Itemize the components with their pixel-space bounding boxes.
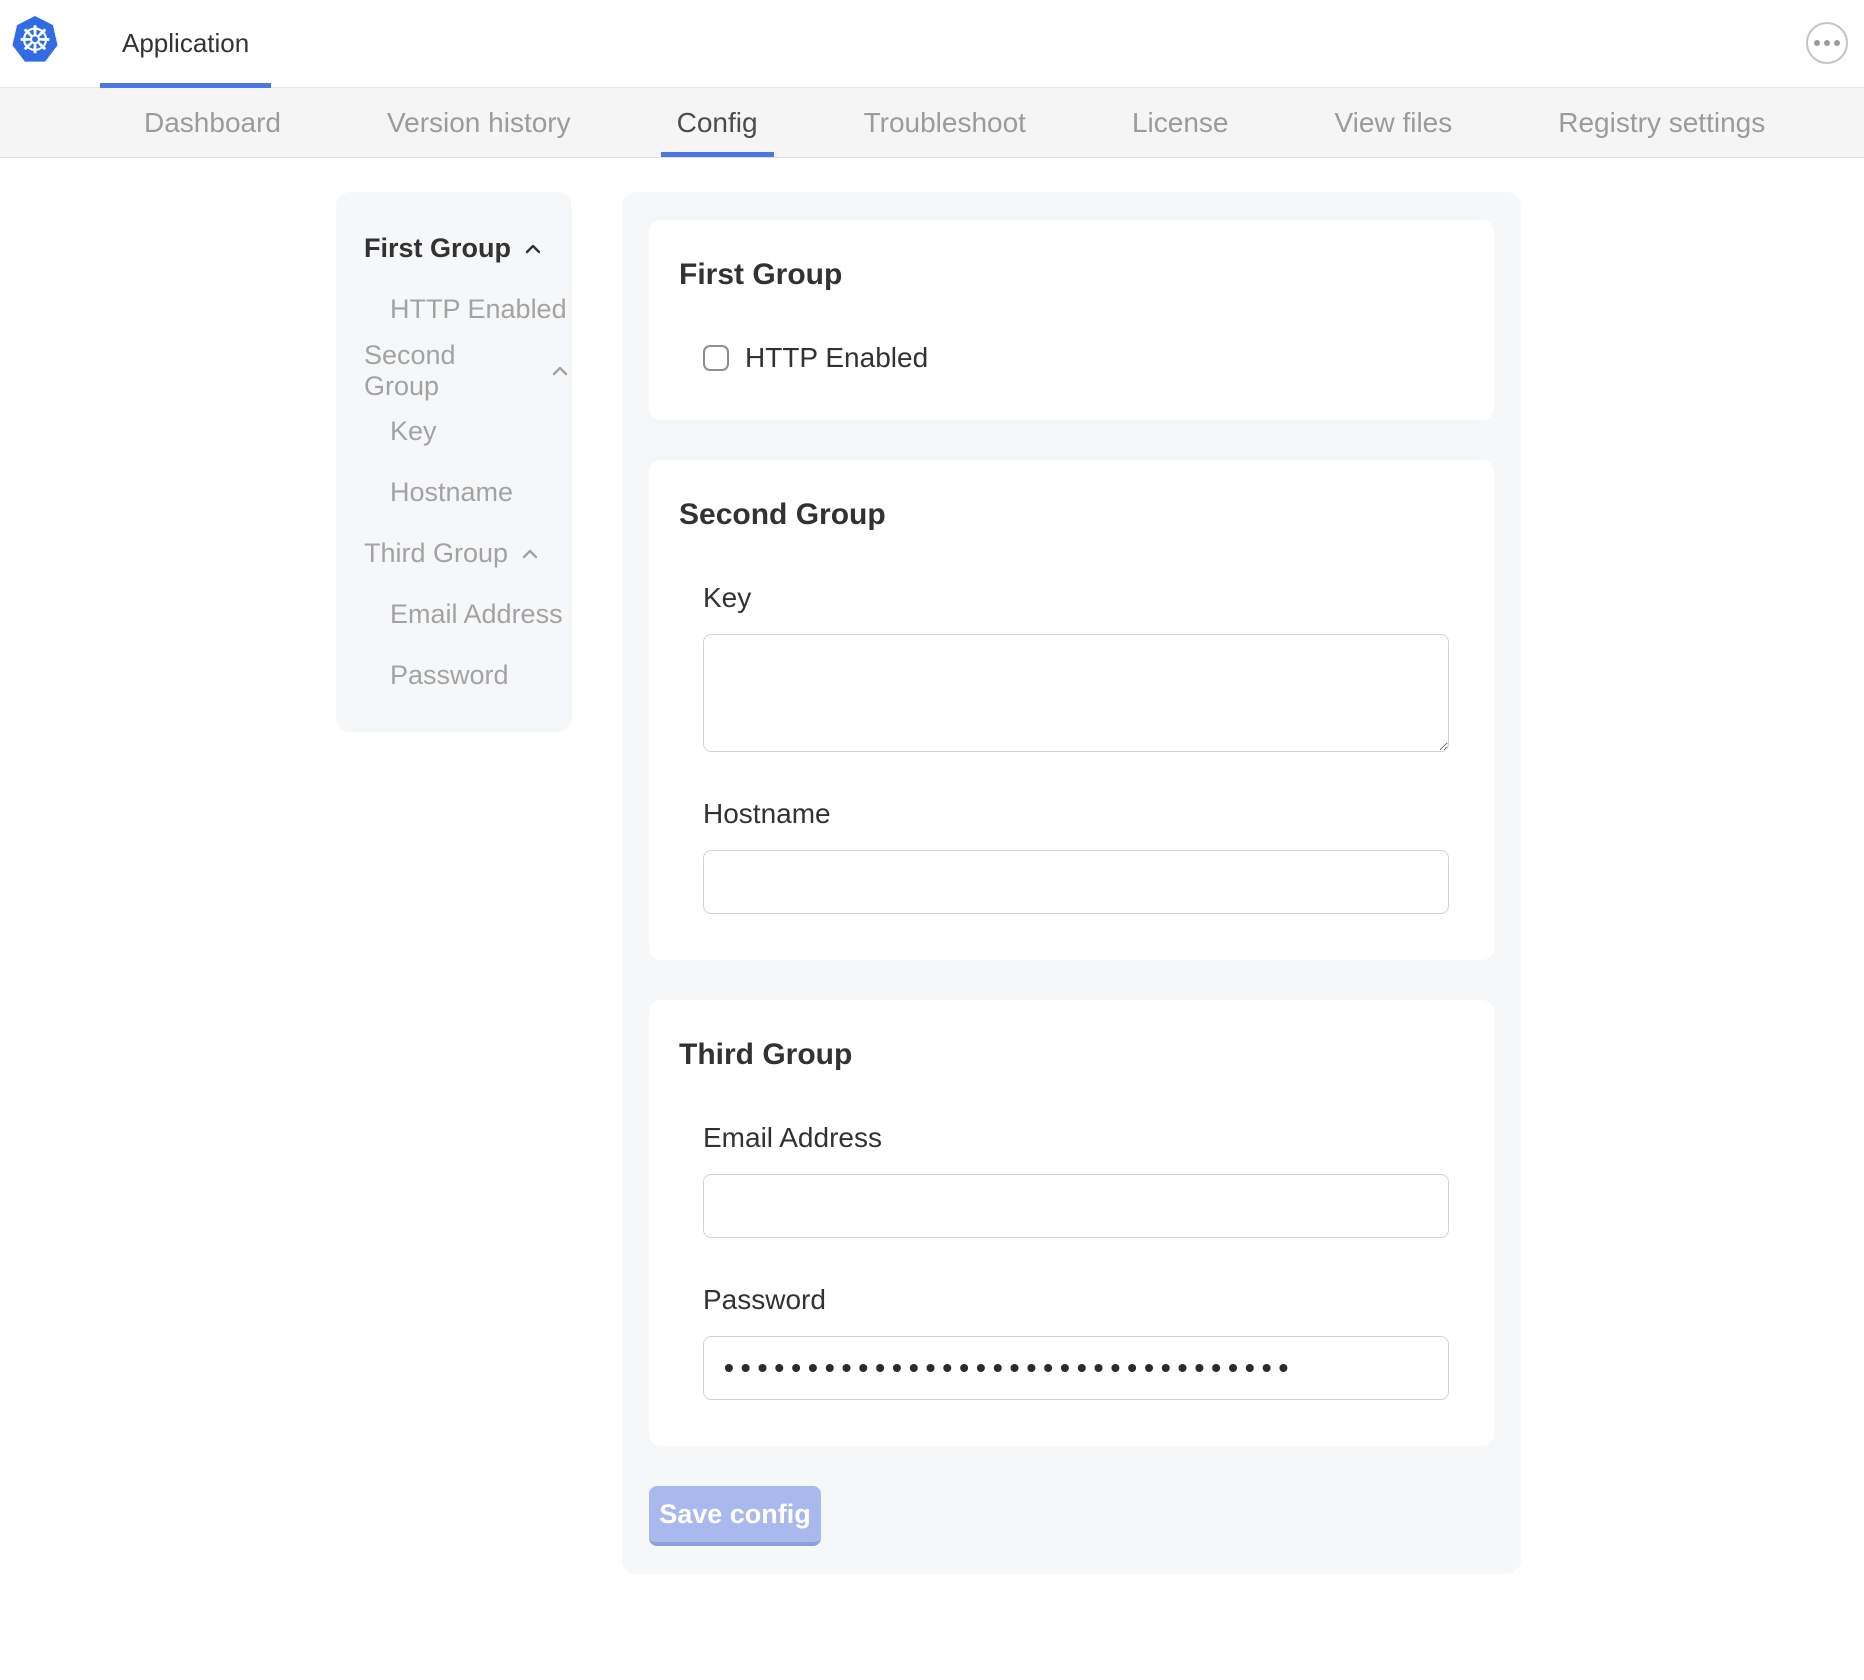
config-content: First Group HTTP Enabled Second Group Ke… <box>336 192 1864 1574</box>
field-label: Hostname <box>703 798 1449 830</box>
hostname-input[interactable] <box>703 850 1449 914</box>
field-label: Password <box>703 1284 1449 1316</box>
ellipsis-icon <box>1824 40 1830 46</box>
group-title: Third Group <box>679 1038 1449 1072</box>
http-enabled-checkbox[interactable] <box>703 345 729 371</box>
sidebar-item-password[interactable]: Password <box>336 645 572 706</box>
sidebar-item-key[interactable]: Key <box>336 401 572 462</box>
sidebar-item-label: Email Address <box>390 599 563 630</box>
active-tab-underline <box>661 152 774 157</box>
group-title: Second Group <box>679 498 1449 532</box>
ellipsis-icon <box>1834 40 1840 46</box>
config-group-second: Second Group Key Hostname <box>649 460 1494 960</box>
tab-version-history[interactable]: Version history <box>371 88 587 157</box>
config-group-first: First Group HTTP Enabled <box>649 220 1494 420</box>
key-field: Key <box>703 582 1449 752</box>
save-config-button[interactable]: Save config <box>649 1486 821 1546</box>
sidebar-item-label: First Group <box>364 233 511 264</box>
sidebar-item-first-group[interactable]: First Group <box>336 218 572 279</box>
sidebar-item-label: Password <box>390 660 509 691</box>
sidebar-item-label: Third Group <box>364 538 508 569</box>
email-address-input[interactable] <box>703 1174 1449 1238</box>
tab-label: Dashboard <box>144 107 281 139</box>
chevron-up-icon <box>548 359 572 383</box>
tab-label: Registry settings <box>1558 107 1765 139</box>
group-title: First Group <box>679 258 1449 292</box>
tab-registry-settings[interactable]: Registry settings <box>1542 88 1781 157</box>
checkbox-label: HTTP Enabled <box>745 342 928 374</box>
sidebar-item-label: Second Group <box>364 340 538 402</box>
chevron-up-icon <box>521 237 545 261</box>
field-label: Email Address <box>703 1122 1449 1154</box>
tab-dashboard[interactable]: Dashboard <box>128 88 297 157</box>
tab-config[interactable]: Config <box>661 88 774 157</box>
sidebar-item-third-group[interactable]: Third Group <box>336 523 572 584</box>
sidebar-item-hostname[interactable]: Hostname <box>336 462 572 523</box>
config-sidebar: First Group HTTP Enabled Second Group Ke… <box>336 192 572 732</box>
tab-label: Version history <box>387 107 571 139</box>
tab-license[interactable]: License <box>1116 88 1245 157</box>
sidebar-item-email-address[interactable]: Email Address <box>336 584 572 645</box>
config-panel: First Group HTTP Enabled Second Group Ke… <box>622 192 1521 1574</box>
sidebar-item-second-group[interactable]: Second Group <box>336 340 572 401</box>
tab-label: License <box>1132 107 1229 139</box>
ellipsis-menu-button[interactable] <box>1806 22 1848 64</box>
app-title-tab[interactable]: Application <box>100 0 271 87</box>
sidebar-item-http-enabled[interactable]: HTTP Enabled <box>336 279 572 340</box>
password-field: Password <box>703 1284 1449 1400</box>
app-header: ☸ Application <box>0 0 1864 88</box>
kubernetes-helm-icon: ☸ <box>12 16 58 64</box>
tab-label: View files <box>1334 107 1452 139</box>
tab-label: Config <box>677 107 758 139</box>
main-nav: Dashboard Version history Config Trouble… <box>0 88 1864 158</box>
app-title: Application <box>122 28 249 59</box>
field-label: Key <box>703 582 1449 614</box>
sidebar-item-label: HTTP Enabled <box>390 294 567 325</box>
tab-label: Troubleshoot <box>864 107 1026 139</box>
sidebar-item-label: Hostname <box>390 477 513 508</box>
password-input[interactable] <box>703 1336 1449 1400</box>
email-address-field: Email Address <box>703 1122 1449 1238</box>
http-enabled-field: HTTP Enabled <box>703 342 1449 374</box>
chevron-up-icon <box>518 542 542 566</box>
ellipsis-icon <box>1814 40 1820 46</box>
config-group-third: Third Group Email Address Password <box>649 1000 1494 1446</box>
tab-view-files[interactable]: View files <box>1318 88 1468 157</box>
key-textarea[interactable] <box>703 634 1449 752</box>
tab-troubleshoot[interactable]: Troubleshoot <box>848 88 1042 157</box>
hostname-field: Hostname <box>703 798 1449 914</box>
sidebar-item-label: Key <box>390 416 437 447</box>
